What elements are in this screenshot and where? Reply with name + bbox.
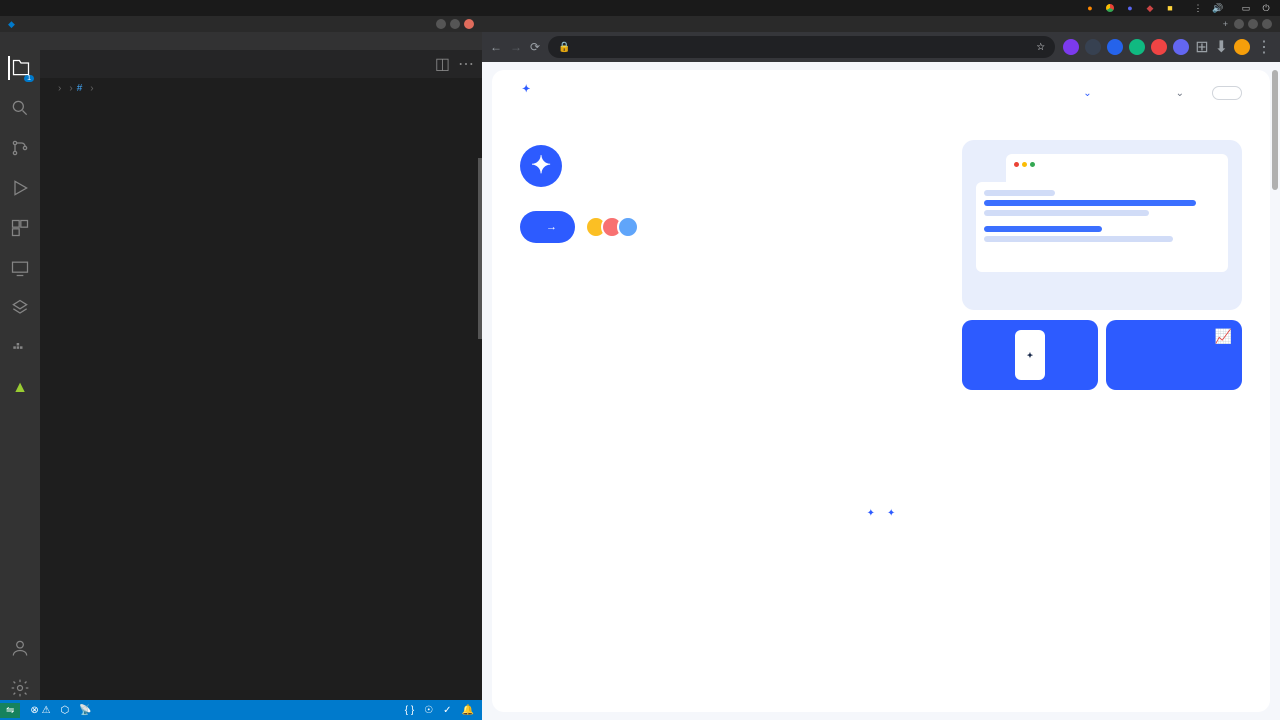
hero-title: [520, 140, 942, 187]
profile-avatar[interactable]: [1234, 39, 1250, 55]
arrow-right-icon: →: [546, 221, 557, 233]
discord-tray-icon[interactable]: ●: [1124, 2, 1136, 14]
sound-icon[interactable]: 🔊: [1212, 2, 1224, 14]
remote-icon[interactable]: [8, 256, 32, 280]
trend-up-icon: 📈: [1215, 328, 1232, 345]
section-eyebrow: ✦✦: [544, 508, 1218, 519]
browser-maximize-button[interactable]: [1248, 19, 1258, 29]
search-icon[interactable]: [8, 96, 32, 120]
extensions-puzzle-icon[interactable]: ⊞: [1195, 37, 1208, 57]
spark-icon: ✦: [867, 508, 875, 519]
site-logo[interactable]: ✦: [520, 92, 530, 95]
extensions-icon[interactable]: [8, 216, 32, 240]
extension-icon[interactable]: [1173, 39, 1189, 55]
extension-icon[interactable]: [1151, 39, 1167, 55]
language-mode[interactable]: { }: [405, 705, 414, 716]
breadcrumb[interactable]: › › # ›: [40, 78, 482, 98]
vscode-window: 1 ▲ ◫ ⋯: [0, 32, 482, 720]
minimize-button[interactable]: [436, 19, 446, 29]
browser-minimize-button[interactable]: [1234, 19, 1244, 29]
code-editor[interactable]: [40, 98, 482, 700]
tray-icon[interactable]: ◆: [1144, 2, 1156, 14]
port-status[interactable]: ☉: [424, 705, 433, 716]
tray-icon[interactable]: ■: [1164, 2, 1176, 14]
browser-close-button[interactable]: [1262, 19, 1272, 29]
remote-indicator[interactable]: ⇋: [0, 703, 20, 718]
maximize-button[interactable]: [450, 19, 460, 29]
source-control-icon[interactable]: [8, 136, 32, 160]
extension-icon[interactable]: [1107, 39, 1123, 55]
diamond-icon: [520, 145, 562, 187]
vscode-titlebar[interactable]: ◆: [0, 16, 482, 32]
page-scrollbar[interactable]: [1272, 70, 1278, 190]
prettier-status[interactable]: ✓: [443, 705, 451, 716]
chevron-down-icon: ⌄: [1083, 88, 1091, 99]
css-file-icon: #: [77, 83, 83, 94]
stat-card: 📈: [1106, 320, 1242, 390]
vscode-menubar: [0, 32, 482, 50]
split-editor-icon[interactable]: ◫: [435, 54, 450, 74]
vscode-app-icon: ◆: [8, 19, 15, 30]
webpage-viewport[interactable]: ✦ ⌄ ⌄: [482, 62, 1280, 720]
liveshare-status[interactable]: 📡: [79, 705, 91, 716]
close-button[interactable]: [464, 19, 474, 29]
spark-icon: ✦: [522, 84, 530, 95]
account-icon[interactable]: [8, 636, 32, 660]
nav-pages[interactable]: ⌄: [1176, 88, 1184, 99]
chevron-down-icon: ⌄: [1176, 88, 1184, 99]
problems-status[interactable]: ⊗ ⚠: [30, 705, 50, 716]
power-icon[interactable]: ⏻: [1260, 2, 1272, 14]
bookmark-star-icon[interactable]: ☆: [1036, 42, 1045, 53]
docker-icon[interactable]: [8, 336, 32, 360]
extension-icon[interactable]: [1085, 39, 1101, 55]
explorer-icon[interactable]: 1: [8, 56, 32, 80]
extension-icon[interactable]: [1129, 39, 1145, 55]
run-debug-icon[interactable]: [8, 176, 32, 200]
extension-icon[interactable]: ▲: [8, 376, 32, 400]
wifi-icon[interactable]: ⋮: [1192, 2, 1204, 14]
liveshare-icon[interactable]: [8, 296, 32, 320]
nav-home[interactable]: ⌄: [1083, 88, 1091, 99]
browser-window: ← → ⟳ 🔒 ☆ ⊞ ⬇ ⋮: [482, 32, 1280, 720]
back-button[interactable]: ←: [490, 40, 502, 54]
reload-button[interactable]: ⟳: [530, 40, 540, 54]
downloads-icon[interactable]: ⬇: [1215, 37, 1228, 57]
browser-toolbar: ← → ⟳ 🔒 ☆ ⊞ ⬇ ⋮: [482, 32, 1280, 62]
address-bar[interactable]: 🔒 ☆: [548, 36, 1055, 58]
get-started-button[interactable]: →: [520, 211, 575, 243]
chrome-tray-icon[interactable]: [1104, 2, 1116, 14]
contact-button[interactable]: [1212, 86, 1242, 100]
editor-tabs: ◫ ⋯: [40, 50, 482, 78]
spark-icon: ✦: [887, 508, 895, 519]
activity-bar: 1 ▲: [0, 50, 40, 700]
new-tab-button[interactable]: +: [1223, 19, 1228, 29]
battery-icon[interactable]: ▭: [1240, 2, 1252, 14]
minimap[interactable]: [472, 98, 482, 700]
system-menu-bar: ● ● ◆ ■ ⋮ 🔊 ▭ ⏻: [0, 0, 1280, 16]
phone-card: ✦: [962, 320, 1098, 390]
browser-tabstrip: +: [482, 16, 1280, 32]
hero-mockup: [962, 140, 1242, 310]
site-header: ✦ ⌄ ⌄: [520, 86, 1242, 100]
forward-button[interactable]: →: [510, 40, 522, 54]
site-nav: ⌄ ⌄: [1083, 88, 1184, 99]
ports-status[interactable]: ⬡: [61, 705, 70, 716]
extension-icon[interactable]: [1063, 39, 1079, 55]
browser-menu-icon[interactable]: ⋮: [1256, 37, 1272, 57]
site-info-icon[interactable]: 🔒: [558, 42, 570, 53]
status-bar: ⇋ ⊗ ⚠ ⬡ 📡 { } ☉ ✓ 🔔: [0, 700, 482, 720]
tray-icon[interactable]: ●: [1084, 2, 1096, 14]
notifications-icon[interactable]: 🔔: [462, 705, 474, 716]
more-actions-icon[interactable]: ⋯: [458, 54, 474, 74]
settings-gear-icon[interactable]: [8, 676, 32, 700]
avatar-stack: [591, 216, 639, 238]
